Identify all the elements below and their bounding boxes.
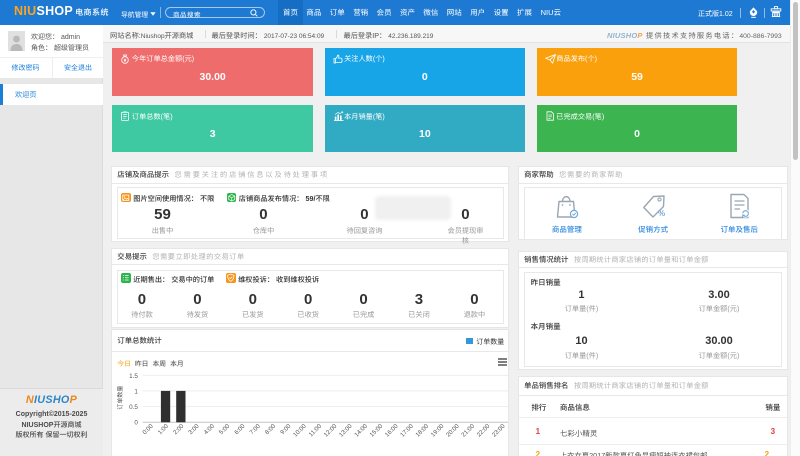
svg-text:23:00: 23:00 [491,423,507,439]
svg-text:8:00: 8:00 [264,423,278,437]
svg-text:12:00: 12:00 [322,423,338,439]
svg-text:2:00: 2:00 [172,423,186,437]
svg-text:18:00: 18:00 [414,423,430,439]
svg-text:14:00: 14:00 [353,423,369,439]
svg-text:6:00: 6:00 [233,423,247,437]
svg-text:7:00: 7:00 [248,423,262,437]
svg-text:17:00: 17:00 [399,423,415,439]
svg-text:订单数量: 订单数量 [116,386,124,410]
svg-text:10:00: 10:00 [292,423,308,439]
svg-text:0.5: 0.5 [129,404,138,411]
svg-text:21:00: 21:00 [460,423,476,439]
svg-text:1: 1 [134,388,138,395]
svg-text:11:00: 11:00 [307,423,323,439]
svg-text:5:00: 5:00 [218,423,232,437]
svg-text:%: % [658,209,665,218]
svg-text:1:00: 1:00 [156,423,170,437]
svg-text:9:00: 9:00 [279,423,293,437]
svg-text:19:00: 19:00 [429,423,445,439]
svg-text:3:00: 3:00 [187,423,201,437]
svg-text:0: 0 [134,419,138,426]
svg-text:20:00: 20:00 [445,423,461,439]
svg-text:13:00: 13:00 [338,423,354,439]
svg-text:22:00: 22:00 [475,423,491,439]
svg-text:1.5: 1.5 [129,373,138,380]
svg-text:16:00: 16:00 [384,423,400,439]
svg-text:15:00: 15:00 [368,423,384,439]
svg-text:4:00: 4:00 [202,423,216,437]
svg-text:0:00: 0:00 [141,423,155,437]
